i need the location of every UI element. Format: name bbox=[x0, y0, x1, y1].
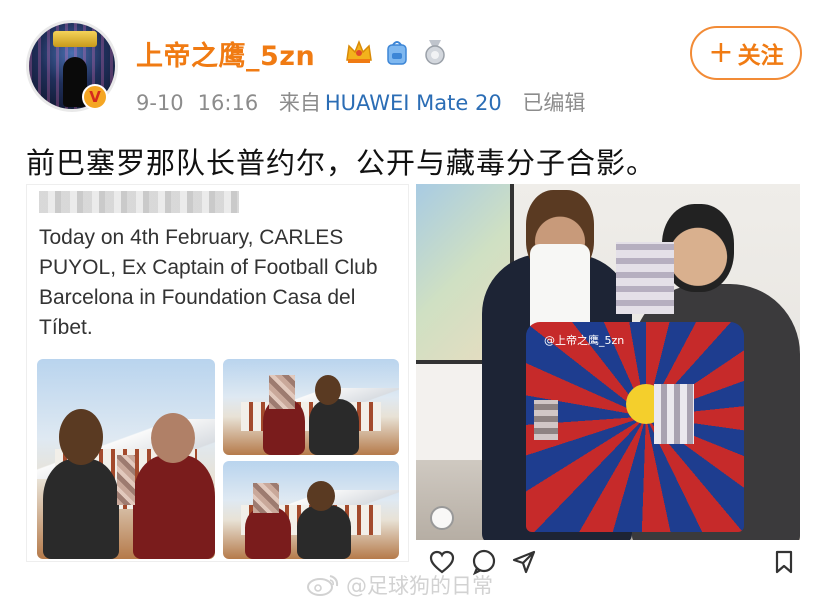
post-date: 9-10 bbox=[136, 91, 184, 115]
edited-label: 已编辑 bbox=[522, 91, 586, 115]
image-caption: Today on 4th February, CARLES PUYOL, Ex … bbox=[39, 226, 378, 339]
weibo-watermark: @足球狗的日常 bbox=[306, 570, 493, 600]
photo-group-bottom bbox=[223, 461, 399, 559]
backpack-icon[interactable] bbox=[382, 38, 412, 66]
left-image[interactable]: Today on 4th February, CARLES PUYOL, Ex … bbox=[26, 184, 409, 562]
jersey-with-flag: @上帝之鹰_5zn bbox=[526, 322, 744, 532]
avatar-crown bbox=[53, 31, 97, 47]
pixelated-face bbox=[253, 483, 279, 513]
share-icon[interactable] bbox=[510, 548, 538, 576]
username[interactable]: 上帝之鹰_5zn bbox=[136, 34, 315, 73]
pixelated-face bbox=[269, 375, 295, 409]
pixelated-area bbox=[654, 384, 694, 444]
follow-label: 关注 bbox=[737, 43, 784, 69]
photo-group-top bbox=[223, 359, 399, 455]
via-label: 来自 bbox=[278, 91, 321, 115]
pixelated-area bbox=[534, 400, 558, 440]
jersey-watermark: @上帝之鹰_5zn bbox=[544, 334, 625, 347]
medal-icon[interactable] bbox=[420, 38, 450, 66]
device-link[interactable]: HUAWEI Mate 20 bbox=[325, 91, 502, 115]
pixelated-header bbox=[39, 191, 239, 213]
plus-icon: + bbox=[708, 35, 734, 70]
vip-crown-icon[interactable] bbox=[344, 38, 374, 66]
post-text: 前巴塞罗那队长普约尔，公开与藏毒分子合影。 bbox=[26, 146, 657, 180]
pixelated-logo bbox=[616, 242, 674, 314]
watermark-text: @足球狗的日常 bbox=[346, 574, 493, 598]
verified-v-icon: V bbox=[82, 84, 108, 110]
post-meta: 9-10 16:16 来自 HUAWEI Mate 20 已编辑 bbox=[136, 87, 599, 117]
follow-button[interactable]: + 关注 bbox=[690, 26, 802, 80]
bookmark-icon[interactable] bbox=[770, 548, 798, 576]
right-image[interactable]: @上帝之鹰_5zn bbox=[416, 184, 800, 540]
weibo-small-icon bbox=[430, 506, 454, 530]
weibo-logo-icon bbox=[307, 575, 339, 596]
photo-puyol-monk bbox=[37, 359, 215, 559]
pixelated-area bbox=[117, 455, 135, 505]
post-time: 16:16 bbox=[197, 91, 259, 115]
